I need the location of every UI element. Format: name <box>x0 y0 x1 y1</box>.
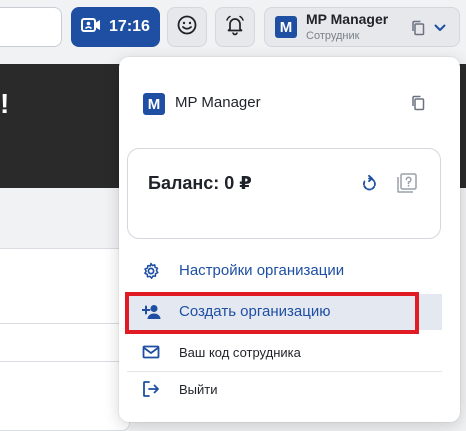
menu-item-logout[interactable]: Выйти <box>127 371 442 407</box>
copy-icon[interactable] <box>411 20 425 41</box>
call-timer-label: 17:16 <box>109 18 150 35</box>
banner-text: ! <box>0 88 10 119</box>
balance-label: Баланс: 0 ₽ <box>148 173 252 193</box>
organization-name: MP Manager <box>175 94 261 111</box>
help-icon[interactable] <box>396 172 418 194</box>
dropdown-header: M MP Manager <box>143 92 435 116</box>
company-logo: M <box>275 16 297 38</box>
top-bar: 17:16 M MP Manager Сотрудник <box>0 0 466 56</box>
logout-icon <box>142 380 160 398</box>
video-camera-icon <box>81 17 101 38</box>
copy-icon[interactable] <box>411 95 425 116</box>
add-user-icon <box>141 303 161 321</box>
menu-item-create-organization[interactable]: Создать организацию <box>127 294 442 330</box>
content-panel <box>0 248 130 431</box>
account-name: MP Manager <box>306 11 389 27</box>
emoji-button[interactable] <box>167 7 207 47</box>
menu-item-label: Выйти <box>179 382 218 397</box>
call-timer-button[interactable]: 17:16 <box>71 7 160 47</box>
refresh-icon[interactable] <box>360 174 378 193</box>
row-divider <box>0 361 125 362</box>
menu-item-label: Настройки организации <box>179 262 345 279</box>
notifications-button[interactable] <box>215 7 255 47</box>
menu-item-employee-code[interactable]: Ваш код сотрудника <box>127 334 442 370</box>
account-dropdown: M MP Manager Баланс: 0 ₽ Настройки орган… <box>119 57 460 422</box>
account-role: Сотрудник <box>306 30 360 42</box>
menu-item-organization-settings[interactable]: Настройки организации <box>127 253 442 289</box>
row-divider <box>0 323 125 324</box>
menu-item-label: Создать организацию <box>179 303 331 320</box>
chevron-down-icon <box>433 21 447 40</box>
balance-card: Баланс: 0 ₽ <box>127 148 441 239</box>
smiley-icon <box>177 15 197 40</box>
bell-icon <box>224 14 246 41</box>
menu-item-label: Ваш код сотрудника <box>179 345 301 360</box>
envelope-icon <box>142 343 160 361</box>
account-menu-button[interactable]: M MP Manager Сотрудник <box>264 7 460 47</box>
search-input[interactable] <box>0 7 62 47</box>
gear-icon <box>142 262 160 280</box>
company-logo: M <box>143 93 165 115</box>
promo-banner <box>0 64 130 188</box>
